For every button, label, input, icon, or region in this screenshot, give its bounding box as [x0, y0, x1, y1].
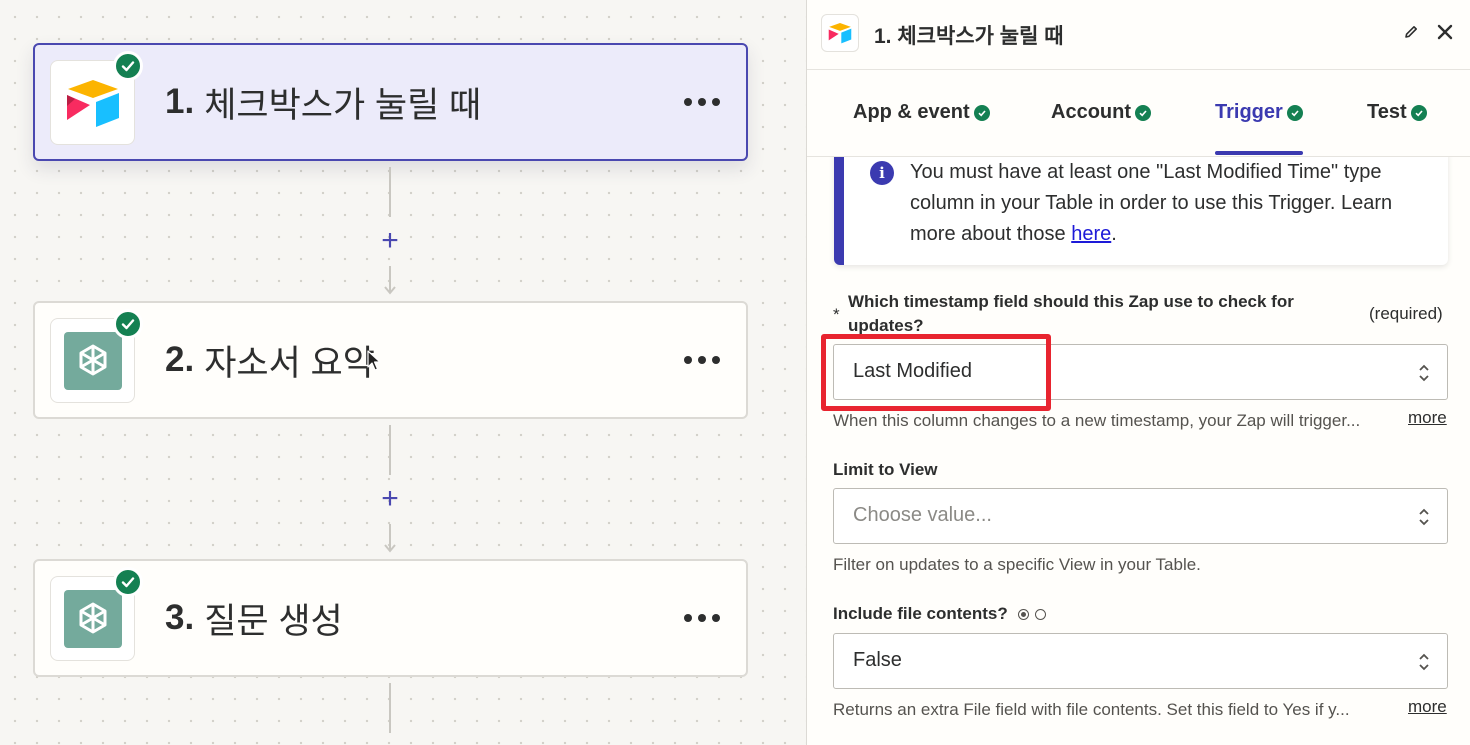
view-field-label: Limit to View — [833, 460, 938, 479]
step-number: 2. — [165, 340, 195, 379]
view-field-select[interactable]: Choose value... — [833, 488, 1448, 544]
timestamp-field-label: Which timestamp field should this Zap us… — [848, 292, 1294, 335]
step-number: 3. — [165, 598, 195, 637]
tab-label: Test — [1367, 101, 1407, 123]
add-step-button[interactable]: + — [376, 226, 404, 256]
tab-app-event[interactable]: App & event — [853, 101, 990, 124]
view-field-help: Filter on updates to a specific View in … — [833, 555, 1201, 574]
radio-unselected-icon[interactable] — [1035, 609, 1046, 620]
connector-line — [389, 425, 391, 475]
tab-label: Trigger — [1215, 101, 1283, 123]
timestamp-field-select[interactable]: Last Modified — [833, 344, 1448, 400]
connector-line — [389, 167, 391, 217]
tab-label: App & event — [853, 101, 970, 123]
close-icon[interactable] — [1433, 20, 1457, 44]
file-contents-select[interactable]: False — [833, 633, 1448, 689]
step-card-2[interactable]: 2. 자소서 요약 — [33, 301, 748, 419]
step-name: 질문 생성 — [204, 601, 343, 641]
step-name: 자소서 요약 — [204, 343, 375, 383]
check-circle-icon — [1286, 104, 1303, 121]
step-settings-panel: 1. 체크박스가 눌릴 때 App & event Account Trigge… — [806, 0, 1470, 745]
step-name: 체크박스가 눌릴 때 — [204, 85, 482, 125]
select-value: Last Modified — [853, 360, 972, 382]
tab-test[interactable]: Test — [1367, 101, 1427, 124]
info-alert: i You must have at least one "Last Modif… — [834, 157, 1448, 265]
more-link[interactable]: more — [1408, 408, 1447, 428]
tab-trigger[interactable]: Trigger — [1215, 101, 1303, 124]
timestamp-field-help: When this column changes to a new timest… — [833, 411, 1361, 430]
field-type-toggle[interactable] — [1018, 609, 1046, 620]
more-link[interactable]: more — [1408, 697, 1447, 717]
file-contents-help: Returns an extra File field with file co… — [833, 700, 1350, 719]
arrow-down-icon — [384, 266, 396, 295]
pencil-edit-icon[interactable] — [1401, 22, 1421, 42]
info-message: You must have at least one "Last Modifie… — [910, 157, 1430, 250]
file-contents-field-label: Include file contents? — [833, 604, 1008, 623]
more-options-icon[interactable] — [684, 98, 720, 106]
step-title: 3. 질문 생성 — [165, 561, 343, 675]
step-title: 2. 자소서 요약 — [165, 303, 375, 417]
success-check-icon — [113, 567, 143, 597]
check-circle-icon — [973, 104, 990, 121]
panel-header: 1. 체크박스가 눌릴 때 — [807, 0, 1470, 70]
chevron-up-down-icon — [1419, 364, 1429, 382]
step-number: 1. — [165, 82, 195, 121]
panel-title: 1. 체크박스가 눌릴 때 — [874, 25, 1064, 48]
check-circle-icon — [1135, 104, 1151, 121]
airtable-app-icon — [821, 14, 859, 52]
success-check-icon — [113, 309, 143, 339]
step-card-3[interactable]: 3. 질문 생성 — [33, 559, 748, 677]
tab-label: Account — [1051, 101, 1131, 123]
info-text: You must have at least one "Last Modifie… — [910, 161, 1393, 245]
info-icon: i — [870, 161, 894, 185]
radio-selected-icon[interactable] — [1018, 609, 1029, 620]
success-check-icon — [113, 51, 143, 81]
arrow-down-icon — [384, 524, 396, 553]
add-step-button[interactable]: + — [376, 484, 404, 514]
info-text-end: . — [1111, 223, 1117, 245]
learn-more-link[interactable]: here — [1071, 223, 1111, 245]
required-asterisk: * — [833, 305, 840, 324]
check-circle-icon — [1410, 104, 1427, 121]
required-label: (required) — [1369, 304, 1443, 323]
step-card-1[interactable]: 1. 체크박스가 눌릴 때 — [33, 43, 748, 161]
trigger-form: i You must have at least one "Last Modif… — [807, 157, 1470, 745]
tab-account[interactable]: Account — [1051, 101, 1151, 124]
active-tab-indicator — [1215, 151, 1303, 155]
chevron-up-down-icon — [1419, 508, 1429, 526]
select-placeholder: Choose value... — [853, 504, 992, 526]
more-options-icon[interactable] — [684, 614, 720, 622]
step-tabs: App & event Account Trigger Test — [807, 71, 1470, 157]
connector-line — [389, 683, 391, 733]
select-value: False — [853, 649, 902, 671]
step-title: 1. 체크박스가 눌릴 때 — [165, 45, 481, 159]
zap-editor-canvas: 1. 체크박스가 눌릴 때 + 2. 자소서 요약 + 3. 질문 생성 — [0, 0, 806, 745]
more-options-icon[interactable] — [684, 356, 720, 364]
chevron-up-down-icon — [1419, 653, 1429, 671]
mouse-cursor-icon — [367, 350, 381, 371]
